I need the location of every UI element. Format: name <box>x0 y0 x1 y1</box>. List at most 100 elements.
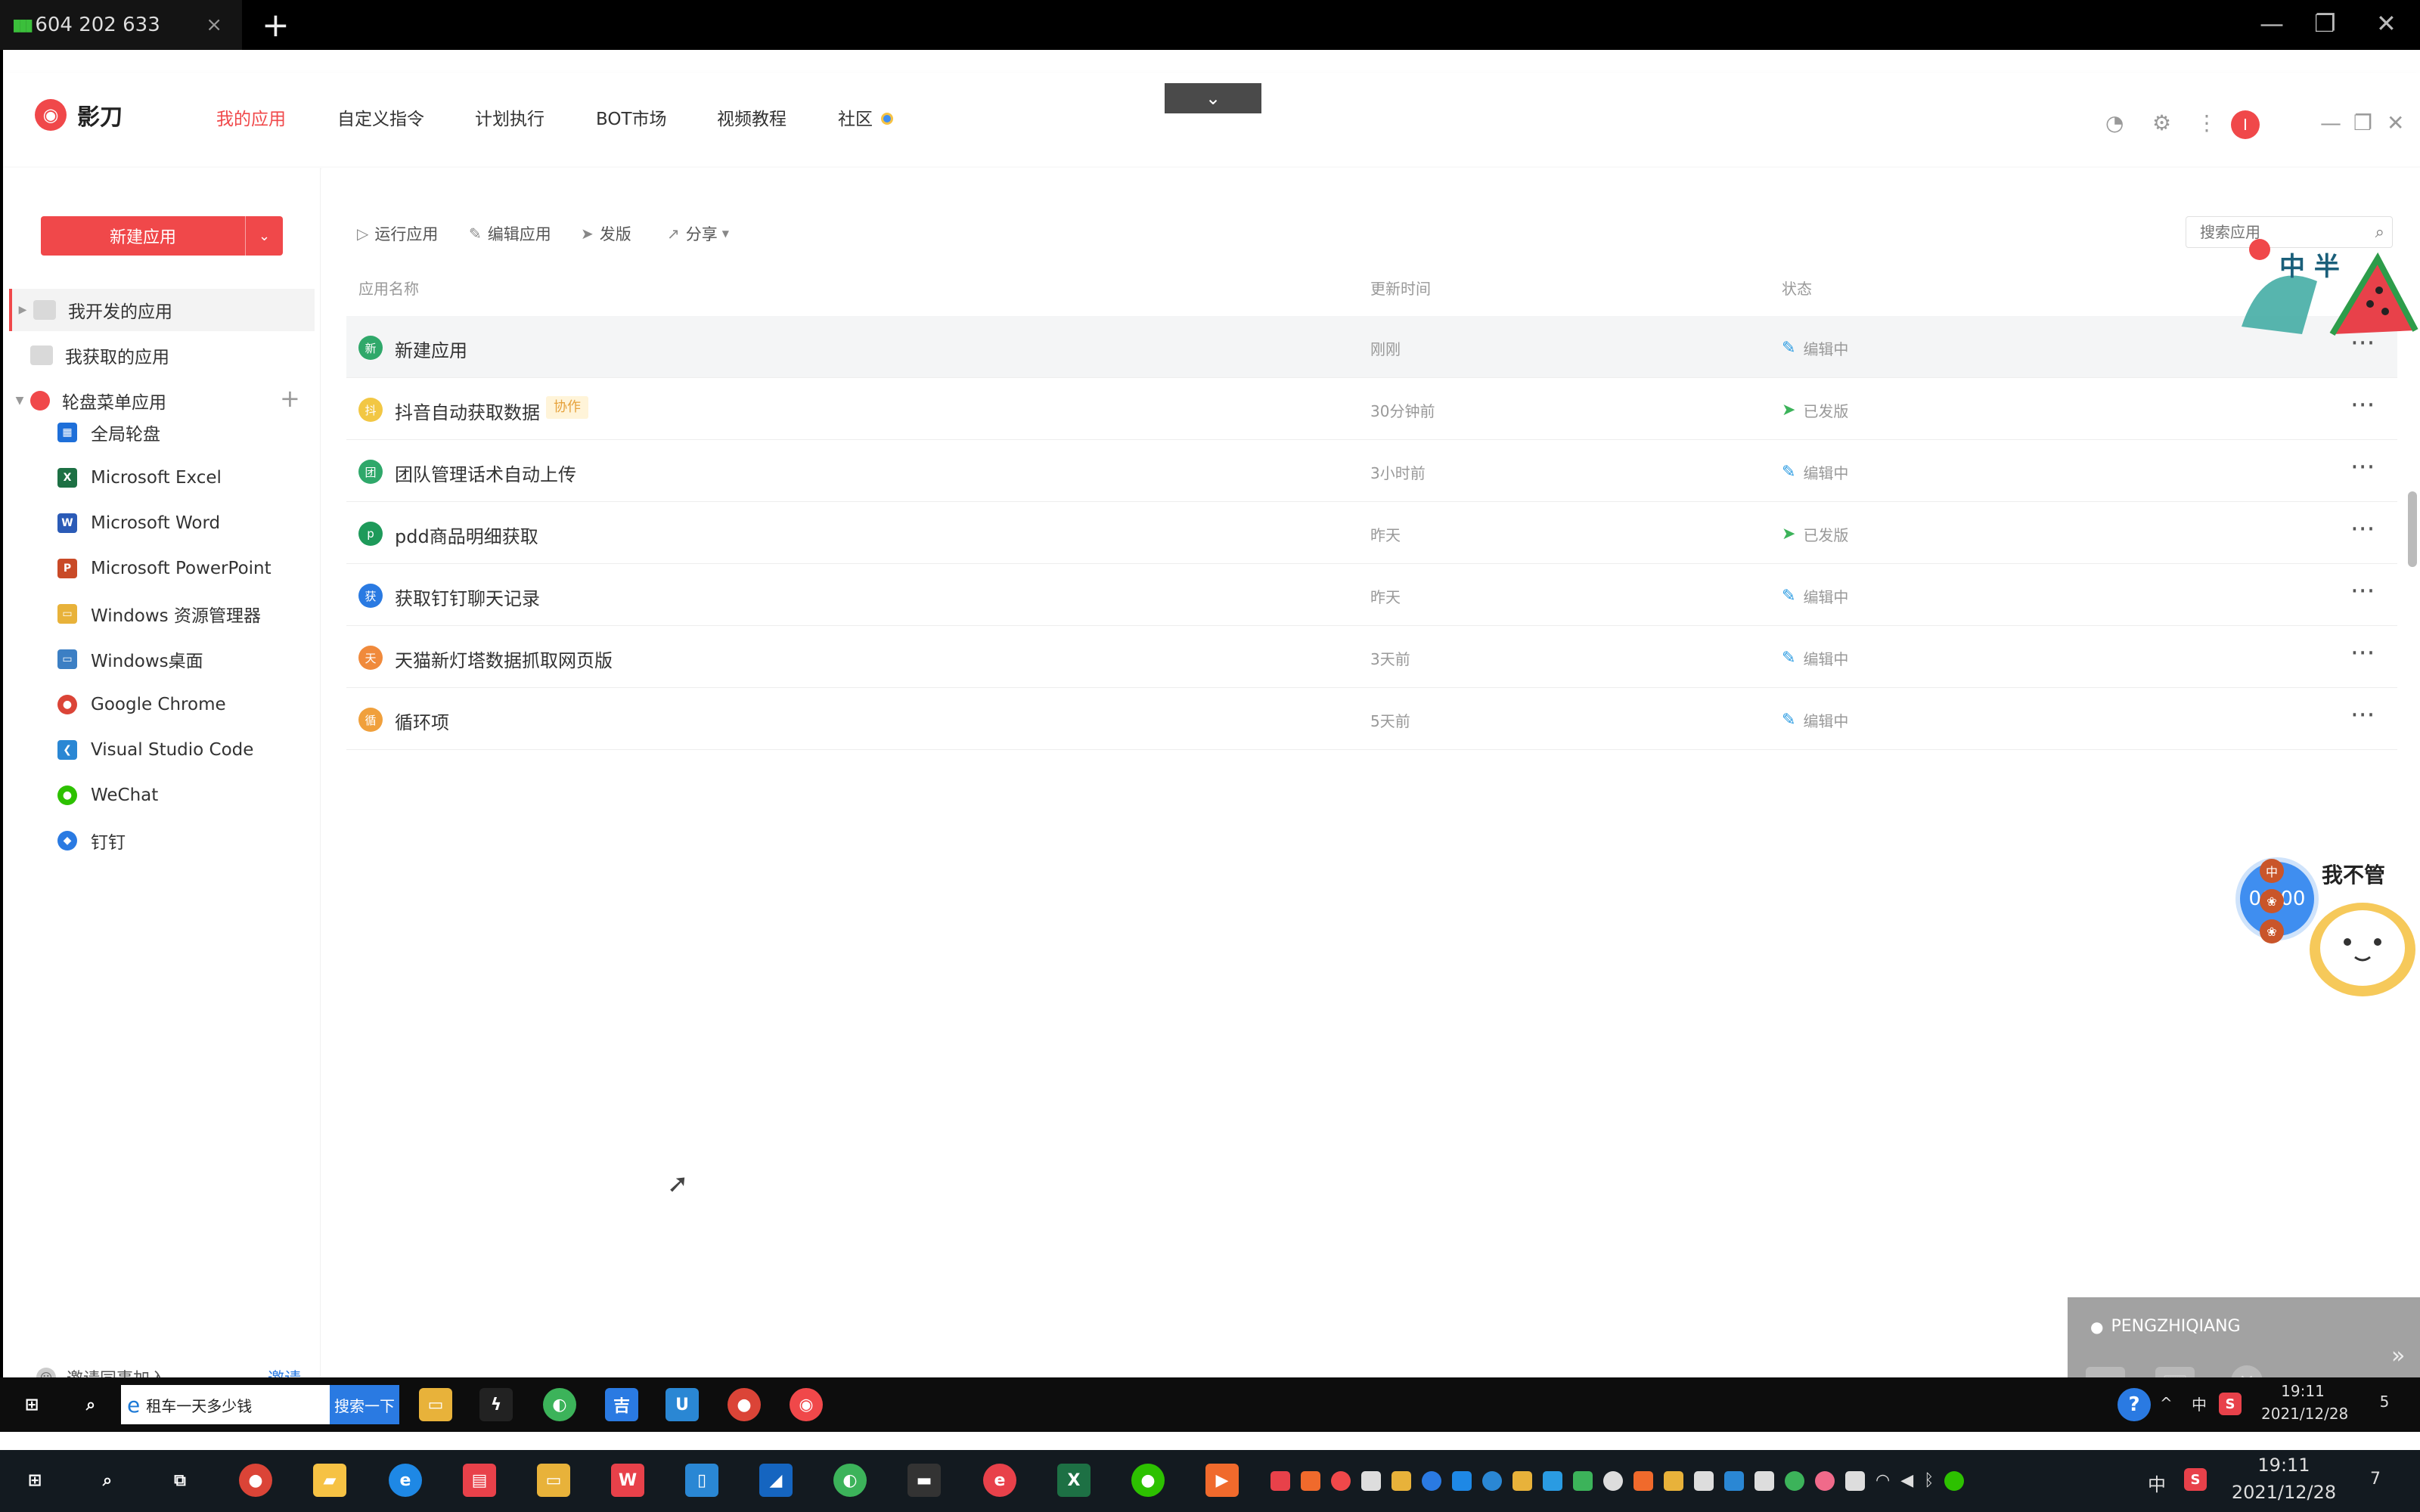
task-view-icon[interactable]: ⧉ <box>163 1464 197 1497</box>
search-icon[interactable]: ⌕ <box>74 1388 107 1421</box>
tray-app-icon[interactable] <box>1694 1471 1714 1491</box>
taskbar-search-value[interactable]: 租车一天多少钱 <box>146 1394 252 1416</box>
more-icon[interactable]: ··· <box>2350 700 2375 730</box>
app-minimize-icon[interactable]: — <box>2320 110 2341 135</box>
tray-app-icon[interactable] <box>1512 1471 1532 1491</box>
more-icon[interactable]: ··· <box>2350 576 2375 606</box>
terminal-icon[interactable]: ▬ <box>908 1464 941 1497</box>
share-button[interactable]: ↗ 分享 ▼ <box>667 222 735 245</box>
wechat-tray-icon[interactable] <box>1944 1471 1965 1491</box>
notification-icon[interactable]: 5 <box>2367 1393 2402 1411</box>
sidebar-item-chrome[interactable]: ● Google Chrome <box>57 688 226 721</box>
app-name[interactable]: pdd商品明细获取 <box>395 522 538 548</box>
table-row[interactable]: 抖 抖音自动获取数据 协作 30分钟前 ➤ 已发版 ··· <box>346 378 2397 440</box>
ime-mark[interactable]: 中 <box>2260 859 2284 883</box>
minimize-icon[interactable]: — <box>2260 9 2284 38</box>
tray-app-icon[interactable] <box>1785 1471 1804 1491</box>
tray-app-icon[interactable] <box>1482 1471 1502 1491</box>
sidebar-item-wechat[interactable]: ● WeChat <box>57 779 158 812</box>
chrome-icon[interactable]: ● <box>728 1388 761 1421</box>
sidebar-item-my-developed[interactable]: ▶ 我开发的应用 <box>9 289 315 331</box>
edit-app-button[interactable]: ✎ 编辑应用 <box>469 222 551 245</box>
sidebar-item-explorer[interactable]: ▭ Windows 资源管理器 <box>57 597 261 631</box>
close-window-icon[interactable]: ✕ <box>2376 9 2397 38</box>
app-close-icon[interactable]: ✕ <box>2387 110 2404 135</box>
sidebar-item-acquired[interactable]: 我获取的应用 <box>9 334 315 376</box>
sogou-icon[interactable]: S <box>2184 1468 2207 1491</box>
more-icon[interactable]: ··· <box>2350 390 2375 420</box>
calendar-icon[interactable]: 吉 <box>605 1388 638 1421</box>
app-name[interactable]: 获取钉钉聊天记录 <box>395 584 540 610</box>
chevron-down-icon[interactable]: ⌄ <box>1165 83 1261 113</box>
sticky-notes-icon[interactable]: ▰ <box>313 1464 346 1497</box>
table-row[interactable]: 获 获取钉钉聊天记录 昨天 ✎ 编辑中 ··· <box>346 564 2397 626</box>
tray-app-icon[interactable] <box>1301 1471 1320 1491</box>
restore-icon[interactable]: ❐ <box>2314 9 2336 38</box>
taskbar-search-button[interactable]: 搜索一下 <box>330 1385 399 1424</box>
tray-app-icon[interactable] <box>1815 1471 1835 1491</box>
search-icon[interactable]: ⌕ <box>91 1464 124 1497</box>
notebook-icon[interactable]: ▯ <box>685 1464 718 1497</box>
feishu-icon[interactable]: ◢ <box>759 1464 793 1497</box>
chrome-icon[interactable]: ● <box>239 1464 272 1497</box>
app-name[interactable]: 循环项 <box>395 708 449 734</box>
sidebar-item-global-carousel[interactable]: ▦ 全局轮盘 <box>57 416 160 449</box>
tray-app-icon[interactable] <box>1270 1471 1290 1491</box>
nav-my-apps[interactable]: 我的应用 <box>216 104 286 130</box>
sidebar-item-dingtalk[interactable]: ◆ 钉钉 <box>57 824 126 857</box>
tray-app-icon[interactable] <box>1331 1471 1351 1491</box>
remote-session-tab[interactable]: ▮▮▮ 604 202 633 × <box>0 0 242 50</box>
nav-video-tutorials[interactable]: 视频教程 <box>717 104 786 130</box>
sidebar-item-carousel-menu[interactable]: ▼ 轮盘菜单应用 <box>9 380 315 422</box>
player-icon[interactable]: ▶ <box>1205 1464 1239 1497</box>
ime-indicator[interactable]: 中 <box>2148 1470 2166 1496</box>
edge-icon[interactable]: e <box>389 1464 422 1497</box>
app-name[interactable]: 新建应用 <box>395 336 467 362</box>
calendar-icon[interactable]: ▤ <box>463 1464 496 1497</box>
table-row[interactable]: 循 循环项 5天前 ✎ 编辑中 ··· <box>346 688 2397 750</box>
tray-app-icon[interactable] <box>1754 1471 1774 1491</box>
nav-scheduled-runs[interactable]: 计划执行 <box>475 104 544 130</box>
tray-app-icon[interactable] <box>1603 1471 1623 1491</box>
gear-icon[interactable]: ⚙ <box>2152 110 2171 135</box>
new-app-button[interactable]: 新建应用 ⌄ <box>41 216 283 256</box>
sogou-icon[interactable]: S <box>2219 1393 2242 1415</box>
tray-app-icon[interactable] <box>1634 1471 1653 1491</box>
file-explorer-icon[interactable]: ▭ <box>419 1388 452 1421</box>
chat-app-icon[interactable]: ◐ <box>833 1464 867 1497</box>
store-icon[interactable]: U <box>666 1388 699 1421</box>
table-row[interactable]: 团 团队管理话术自动上传 3小时前 ✎ 编辑中 ··· <box>346 440 2397 502</box>
app-name[interactable]: 抖音自动获取数据 <box>395 398 540 424</box>
sidebar-item-desktop[interactable]: ▭ Windows桌面 <box>57 643 203 676</box>
browser-e-icon[interactable]: e <box>983 1464 1016 1497</box>
tray-app-icon[interactable] <box>1361 1471 1381 1491</box>
chevron-down-icon[interactable]: ⌄ <box>245 216 283 256</box>
clock-time[interactable]: 19:11 <box>2261 1382 2344 1400</box>
nav-bot-market[interactable]: BOT市场 <box>596 104 667 130</box>
tray-app-icon[interactable] <box>1543 1471 1562 1491</box>
avatar[interactable]: I <box>2231 110 2260 139</box>
new-app-label[interactable]: 新建应用 <box>41 216 245 256</box>
add-icon[interactable]: + <box>280 384 300 413</box>
nav-community[interactable]: 社区 <box>838 104 894 130</box>
file-explorer-icon[interactable]: ▭ <box>537 1464 570 1497</box>
app-name[interactable]: 天猫新灯塔数据抓取网页版 <box>395 646 613 672</box>
wechat-icon[interactable]: ● <box>1131 1464 1165 1497</box>
sidebar-item-word[interactable]: W Microsoft Word <box>57 507 220 540</box>
nav-custom-commands[interactable]: 自定义指令 <box>337 104 424 130</box>
more-vertical-icon[interactable]: ⋮ <box>2196 110 2217 135</box>
more-icon[interactable]: ··· <box>2350 638 2375 668</box>
windows-start-icon[interactable]: ⊞ <box>18 1464 51 1497</box>
chevron-up-icon[interactable]: ^ <box>2160 1394 2173 1412</box>
windows-start-icon[interactable]: ⊞ <box>15 1388 48 1421</box>
clock-time[interactable]: 19:11 <box>2231 1455 2337 1476</box>
sidebar-item-powerpoint[interactable]: P Microsoft PowerPoint <box>57 552 271 585</box>
tray-app-icon[interactable] <box>1724 1471 1744 1491</box>
green-app-icon[interactable]: ◐ <box>543 1388 576 1421</box>
table-row[interactable]: 天 天猫新灯塔数据抓取网页版 3天前 ✎ 编辑中 ··· <box>346 626 2397 688</box>
more-icon[interactable]: ··· <box>2350 514 2375 544</box>
lightning-icon[interactable]: ϟ <box>479 1388 513 1421</box>
scrollbar[interactable] <box>2408 491 2417 567</box>
caret-down-icon[interactable]: ▼ <box>9 395 30 407</box>
sidebar-item-vscode[interactable]: ❮ Visual Studio Code <box>57 733 253 767</box>
